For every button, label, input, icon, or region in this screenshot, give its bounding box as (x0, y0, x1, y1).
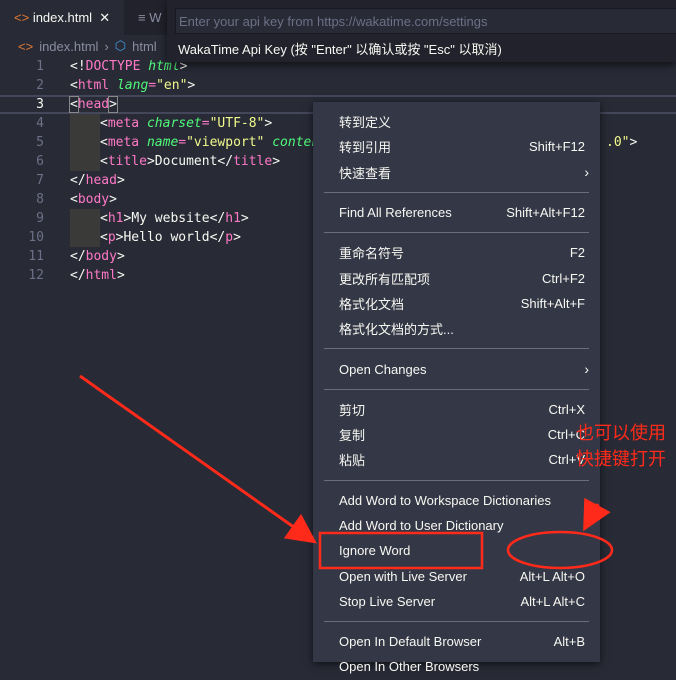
menu-item-label: Open In Default Browser (339, 634, 482, 650)
code-line: <p>Hello world</p> (70, 228, 241, 247)
line-number: 10 (28, 230, 44, 245)
annotation-note: 也可以使用快捷键打开 (576, 423, 666, 469)
menu-item-shortcut: Shift+F12 (528, 139, 585, 155)
chevron-right-icon: › (584, 164, 589, 181)
menu-item[interactable]: 格式化文档 Shift+Alt+F (313, 291, 600, 316)
chevron-right-icon: › (104, 38, 109, 54)
code-line: <body> (70, 192, 117, 207)
menu-item[interactable]: 格式化文档的方式... (313, 316, 600, 341)
breadcrumb-file[interactable]: index.html (39, 39, 98, 54)
line-number: 12 (28, 268, 44, 283)
menu-separator (324, 388, 589, 390)
line-number: 1 (36, 59, 44, 74)
menu-item[interactable]: 更改所有匹配项 Ctrl+F2 (313, 265, 600, 290)
code-line: <head> (69, 96, 118, 113)
line-number: 4 (36, 116, 44, 131)
menu-item-label: Open with Live Server (339, 568, 467, 584)
menu-item-label: Open Changes (339, 361, 427, 377)
menu-item-shortcut: F2 (569, 245, 585, 261)
code-line: <html lang="en"> (70, 78, 196, 93)
tab-label: W (149, 10, 162, 25)
menu-item[interactable]: 粘贴 Ctrl+V (313, 447, 600, 472)
menu-item-label: 格式化文档的方式... (339, 322, 454, 338)
menu-item-label: Open In Other Browsers (339, 659, 480, 675)
menu-item-label: 剪切 (339, 402, 366, 418)
menu-item[interactable]: 转到定义 (313, 109, 600, 134)
menu-item[interactable]: Stop Live Server Alt+L Alt+C (313, 589, 600, 614)
menu-item-label: 粘贴 (339, 453, 366, 469)
menu-item-shortcut: Shift+Alt+F (520, 295, 585, 311)
menu-item-label: 重命名符号 (339, 246, 405, 262)
code-line: <meta charset="UTF-8"> (70, 114, 272, 133)
line-number: 7 (36, 173, 44, 188)
menu-item-label: 更改所有匹配项 (339, 271, 431, 287)
menu-item-label: Add Word to Workspace Dictionaries (339, 492, 551, 508)
menu-item-label: 转到引用 (339, 140, 392, 156)
menu-item-label: 格式化文档 (339, 296, 405, 312)
line-number: 5 (36, 135, 44, 150)
menu-item[interactable]: Open In Other Browsers (313, 654, 600, 679)
quick-input-widget: WakaTime Api Key (按 "Enter" 以确认或按 "Esc" … (167, 0, 676, 62)
menu-item[interactable]: Open with Live Server Alt+L Alt+O (313, 563, 600, 588)
close-icon[interactable]: ✕ (99, 10, 110, 26)
menu-item-label: Ignore Word (339, 543, 411, 559)
menu-item-label: 转到定义 (339, 115, 392, 131)
menu-item[interactable]: 快速查看 › (313, 160, 600, 185)
menu-item[interactable]: 转到引用 Shift+F12 (313, 134, 600, 159)
menu-item[interactable]: Open In Default Browser Alt+B (313, 629, 600, 654)
preview-icon: ≡ (138, 10, 146, 25)
menu-item-label: 复制 (339, 428, 366, 444)
menu-item[interactable]: Find All References Shift+Alt+F12 (313, 200, 600, 225)
api-key-input[interactable] (175, 8, 676, 34)
line-number: 6 (36, 154, 44, 169)
menu-item-shortcut: Alt+B (553, 634, 585, 650)
menu-item-shortcut: Ctrl+F2 (542, 270, 585, 286)
code-line: <meta name="viewport" conten (70, 133, 319, 152)
code-line: </body> (70, 249, 125, 264)
menu-separator (324, 621, 589, 623)
menu-item[interactable]: Open Changes › (313, 356, 600, 381)
code-line: <h1>My website</h1> (70, 209, 249, 228)
menu-item[interactable]: Add Word to User Dictionary (313, 513, 600, 538)
annotation-arrow (79, 374, 317, 544)
menu-item[interactable]: 剪切 Ctrl+X (313, 397, 600, 422)
menu-separator (324, 348, 589, 350)
menu-item-shortcut: Shift+Alt+F12 (506, 205, 585, 221)
menu-item-shortcut: Ctrl+X (548, 401, 585, 417)
menu-item[interactable]: 重命名符号 F2 (313, 240, 600, 265)
tab-label: index.html (32, 10, 93, 25)
menu-item-label: Add Word to User Dictionary (339, 518, 504, 533)
menu-item-label: 快速查看 (339, 165, 392, 181)
menu-item-label: Find All References (339, 205, 452, 221)
context-menu: 转到定义转到引用 Shift+F12 快速查看 › Find All Reference… (313, 102, 600, 674)
code-line-tail: .0"> (606, 135, 638, 150)
tab-index-html[interactable]: <> index.html ✕ (0, 0, 124, 35)
code-line: </html> (70, 268, 125, 283)
line-number: 2 (36, 78, 44, 93)
line-number: 3 (36, 97, 44, 112)
quick-input-hint: WakaTime Api Key (按 "Enter" 以确认或按 "Esc" … (178, 42, 502, 57)
line-number: 8 (36, 192, 44, 207)
menu-item[interactable]: 复制 Ctrl+C (313, 422, 600, 447)
menu-separator (324, 232, 589, 234)
line-number: 11 (28, 249, 44, 264)
chevron-right-icon: › (584, 361, 589, 378)
line-number: 9 (36, 211, 44, 226)
menu-item-label: Stop Live Server (339, 593, 436, 609)
menu-separator (324, 479, 589, 481)
menu-item-shortcut: Alt+L Alt+C (520, 593, 585, 609)
code-line: </head> (70, 173, 125, 188)
menu-item[interactable]: Ignore Word (313, 538, 600, 563)
menu-item[interactable]: Add Word to Workspace Dictionaries (313, 488, 600, 513)
cube-icon: ⬡ (114, 38, 127, 53)
html-icon: <> (18, 38, 34, 54)
code-line: <title>Document</title> (70, 152, 280, 171)
menu-separator (324, 191, 589, 193)
menu-item-shortcut: Alt+L Alt+O (519, 568, 585, 584)
breadcrumb-symbol[interactable]: html (132, 39, 157, 54)
html-icon: <> (14, 10, 30, 25)
